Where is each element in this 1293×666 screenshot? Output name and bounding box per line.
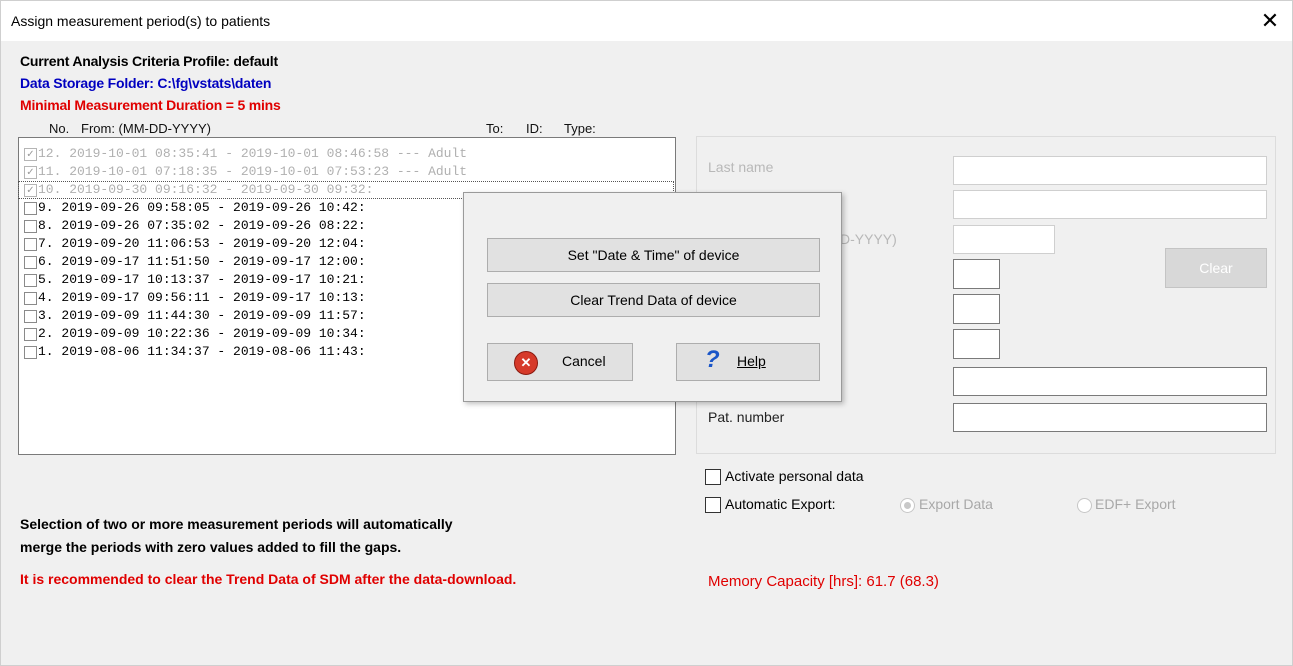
list-item[interactable]: ✓ 11. 2019-10-01 07:18:35 - 2019-10-01 0…	[19, 164, 673, 180]
list-item-text: 8. 2019-09-26 07:35:02 - 2019-09-26 08:2…	[38, 218, 366, 233]
clear-trend-data-button[interactable]: Clear Trend Data of device	[487, 283, 820, 317]
pat-number-field[interactable]	[953, 403, 1267, 432]
list-item-text: 11. 2019-10-01 07:18:35 - 2019-10-01 07:…	[38, 164, 468, 179]
checkbox-icon[interactable]	[24, 274, 37, 287]
list-item[interactable]: ✓ 12. 2019-10-01 08:35:41 - 2019-10-01 0…	[19, 146, 673, 162]
list-item-text: 10. 2019-09-30 09:16:32 - 2019-09-30 09:…	[38, 182, 374, 197]
checkbox-icon[interactable]	[24, 328, 37, 341]
window-title: Assign measurement period(s) to patients	[11, 13, 271, 29]
date-of-birth-field[interactable]	[953, 225, 1055, 254]
checkbox-checked-icon[interactable]: ✓	[24, 184, 37, 197]
activate-personal-data-checkbox[interactable]	[705, 469, 721, 485]
list-item-text: 2. 2019-09-09 10:22:36 - 2019-09-09 10:3…	[38, 326, 366, 341]
radio-selected-dot-icon	[904, 502, 911, 509]
dialog-window: Assign measurement period(s) to patients…	[0, 0, 1293, 666]
edf-export-radio[interactable]	[1077, 498, 1092, 513]
cancel-icon: ✕	[514, 351, 538, 375]
checkbox-icon[interactable]	[24, 220, 37, 233]
checkbox-icon[interactable]	[24, 346, 37, 359]
help-button[interactable]: ? Help	[676, 343, 820, 381]
first-name-field[interactable]	[953, 190, 1267, 219]
checkbox-icon[interactable]	[24, 310, 37, 323]
column-header-from: From: (MM-DD-YYYY)	[81, 121, 211, 136]
analysis-profile-label: Current Analysis Criteria Profile: defau…	[20, 53, 278, 69]
merge-note-line2: merge the periods with zero values added…	[20, 539, 402, 555]
column-header-type: Type:	[564, 121, 596, 136]
export-data-label: Export Data	[919, 496, 993, 512]
automatic-export-checkbox[interactable]	[705, 497, 721, 513]
list-item-text: 4. 2019-09-17 09:56:11 - 2019-09-17 10:1…	[38, 290, 366, 305]
height-field[interactable]	[953, 259, 1000, 289]
checkbox-icon[interactable]	[24, 292, 37, 305]
patient-id-field[interactable]	[953, 367, 1267, 396]
column-header-id: ID:	[526, 121, 543, 136]
list-item-text: 3. 2019-09-09 11:44:30 - 2019-09-09 11:5…	[38, 308, 366, 323]
list-item-text: 9. 2019-09-26 09:58:05 - 2019-09-26 10:4…	[38, 200, 366, 215]
cancel-button[interactable]: ✕ Cancel	[487, 343, 633, 381]
merge-note-line1: Selection of two or more measurement per…	[20, 516, 453, 532]
storage-folder-label: Data Storage Folder: C:\fg\vstats\daten	[20, 75, 272, 91]
set-date-time-button[interactable]: Set "Date & Time" of device	[487, 238, 820, 272]
list-item-text: 12. 2019-10-01 08:35:41 - 2019-10-01 08:…	[38, 146, 468, 161]
cancel-label: Cancel	[562, 353, 606, 369]
edf-export-label: EDF+ Export	[1095, 496, 1176, 512]
column-header-to: To:	[486, 121, 504, 136]
weight-field[interactable]	[953, 294, 1000, 324]
column-header-no: No.	[49, 121, 70, 136]
recommend-note: It is recommended to clear the Trend Dat…	[20, 571, 517, 587]
close-icon[interactable]: ✕	[1253, 5, 1287, 37]
checkbox-icon[interactable]	[24, 202, 37, 215]
list-item-text: 1. 2019-08-06 11:34:37 - 2019-08-06 11:4…	[38, 344, 366, 359]
export-data-radio[interactable]	[900, 498, 915, 513]
checkbox-icon[interactable]	[24, 238, 37, 251]
help-icon: ?	[705, 346, 720, 373]
date-of-birth-label: D-YYYY)	[840, 231, 897, 247]
device-actions-popup: Set "Date & Time" of device Clear Trend …	[463, 192, 842, 402]
min-duration-label: Minimal Measurement Duration = 5 mins	[20, 97, 281, 113]
clear-button[interactable]: Clear	[1165, 248, 1267, 288]
last-name-label: Last name	[708, 159, 774, 175]
list-item-text: 7. 2019-09-20 11:06:53 - 2019-09-20 12:0…	[38, 236, 366, 251]
last-name-field[interactable]	[953, 156, 1267, 185]
list-item-text: 6. 2019-09-17 11:51:50 - 2019-09-17 12:0…	[38, 254, 366, 269]
automatic-export-label: Automatic Export:	[725, 496, 836, 512]
checkbox-checked-icon[interactable]: ✓	[24, 148, 37, 161]
pat-number-label: Pat. number	[708, 409, 785, 425]
checkbox-icon[interactable]	[24, 256, 37, 269]
help-label: Help	[737, 353, 766, 369]
age-field[interactable]	[953, 329, 1000, 359]
memory-capacity-label: Memory Capacity [hrs]: 61.7 (68.3)	[708, 573, 939, 590]
title-bar: Assign measurement period(s) to patients…	[1, 1, 1292, 41]
checkbox-checked-icon[interactable]: ✓	[24, 166, 37, 179]
activate-personal-data-label: Activate personal data	[725, 468, 864, 484]
list-item-text: 5. 2019-09-17 10:13:37 - 2019-09-17 10:2…	[38, 272, 366, 287]
